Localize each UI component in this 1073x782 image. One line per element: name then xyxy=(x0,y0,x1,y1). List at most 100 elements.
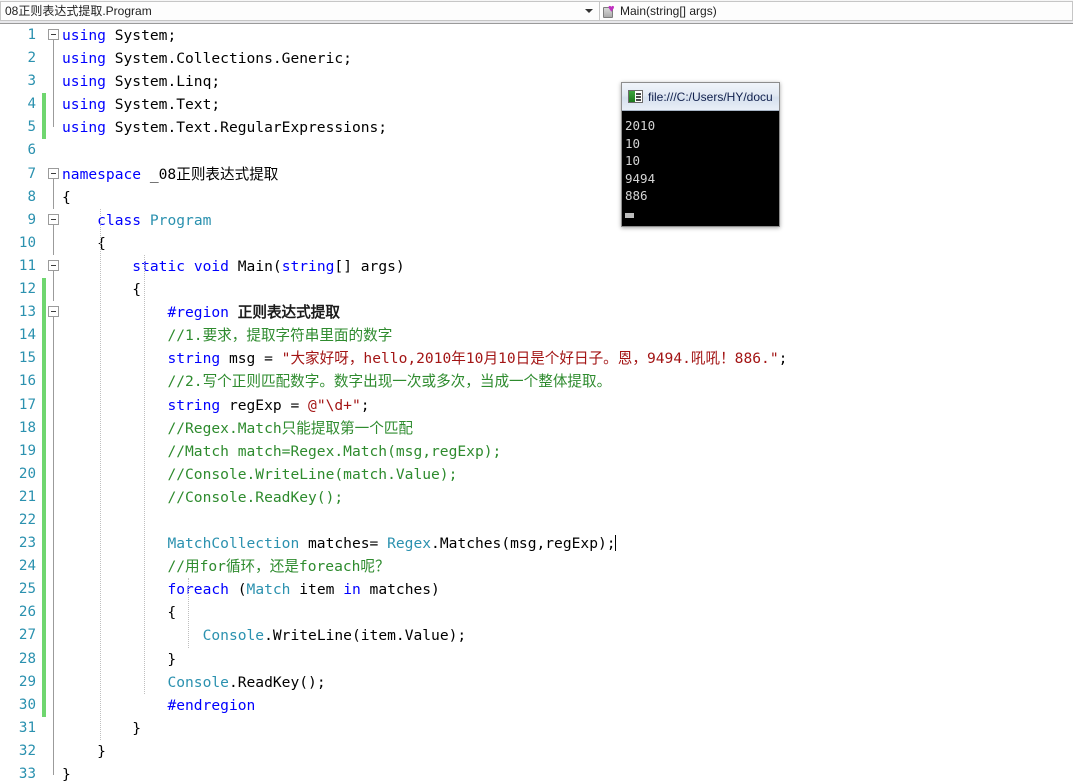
fold-gutter[interactable] xyxy=(46,578,62,602)
fold-gutter[interactable] xyxy=(46,255,62,279)
code-line[interactable]: 6 xyxy=(0,139,1073,162)
code-line[interactable]: 32 } xyxy=(0,739,1073,763)
code-line[interactable]: 25 foreach (Match item in matches) xyxy=(0,578,1073,602)
fold-gutter[interactable] xyxy=(46,47,62,71)
fold-gutter[interactable] xyxy=(46,693,62,717)
code-line[interactable]: 14 //1.要求，提取字符串里面的数字 xyxy=(0,324,1073,348)
code-editor[interactable]: 1 using System; 2 using System.Collections.… xyxy=(0,24,1073,782)
fold-gutter[interactable] xyxy=(46,231,62,255)
fold-gutter[interactable] xyxy=(46,439,62,463)
code-line[interactable]: 20 //Console.WriteLine(match.Value); xyxy=(0,462,1073,486)
code-line[interactable]: 23 MatchCollection matches= Regex.Matche… xyxy=(0,532,1073,556)
fold-gutter[interactable] xyxy=(46,462,62,486)
code-lines-container[interactable]: 1 using System; 2 using System.Collections.… xyxy=(0,24,1073,782)
code-line[interactable]: 18 //Regex.Match只能提取第一个匹配 xyxy=(0,416,1073,440)
fold-gutter[interactable] xyxy=(46,393,62,417)
fold-gutter[interactable] xyxy=(46,70,62,94)
fold-gutter[interactable] xyxy=(46,624,62,648)
code-line[interactable]: 30 #endregion xyxy=(0,693,1073,717)
code-line[interactable]: 9 class Program xyxy=(0,209,1073,232)
code-line[interactable]: 22 xyxy=(0,508,1073,533)
code-line[interactable]: 24 //用for循环，还是foreach呢？ xyxy=(0,555,1073,579)
fold-gutter[interactable] xyxy=(46,601,62,625)
code-text[interactable]: using System; xyxy=(62,24,1073,47)
fold-gutter[interactable] xyxy=(46,416,62,440)
code-text[interactable]: //Console.WriteLine(match.Value); xyxy=(62,463,1073,486)
code-text[interactable]: using System.Collections.Generic; xyxy=(62,47,1073,70)
code-text[interactable]: //1.要求，提取字符串里面的数字 xyxy=(62,324,1073,347)
collapse-minus-icon[interactable] xyxy=(48,29,59,40)
code-line[interactable]: 5 using System.Text.RegularExpressions; xyxy=(0,116,1073,140)
fold-gutter[interactable] xyxy=(46,532,62,556)
code-text[interactable]: //2.写个正则匹配数字。数字出现一次或多次，当成一个整体提取。 xyxy=(62,370,1073,393)
code-text[interactable]: Console.WriteLine(item.Value); xyxy=(62,624,1073,647)
code-text[interactable]: using System.Text; xyxy=(62,93,1073,116)
fold-gutter[interactable] xyxy=(46,347,62,371)
code-text[interactable]: MatchCollection matches= Regex.Matches(m… xyxy=(62,532,1073,555)
code-text[interactable]: //Match match=Regex.Match(msg,regExp); xyxy=(62,440,1073,463)
fold-gutter[interactable] xyxy=(46,278,62,302)
code-text[interactable]: using System.Text.RegularExpressions; xyxy=(62,116,1073,139)
code-text[interactable]: Console.ReadKey(); xyxy=(62,671,1073,694)
fold-gutter[interactable] xyxy=(46,324,62,348)
fold-gutter[interactable] xyxy=(46,716,62,740)
fold-gutter[interactable] xyxy=(46,24,62,48)
fold-gutter[interactable] xyxy=(46,647,62,671)
fold-gutter[interactable] xyxy=(46,555,62,579)
chevron-down-icon[interactable] xyxy=(585,9,593,13)
code-line[interactable]: 12 { xyxy=(0,278,1073,302)
code-line[interactable]: 33} xyxy=(0,763,1073,782)
code-text[interactable]: } xyxy=(62,648,1073,671)
collapse-minus-icon[interactable] xyxy=(48,259,59,271)
code-line[interactable]: 7 namespace _08正则表达式提取 xyxy=(0,163,1073,186)
code-text[interactable]: #region 正则表达式提取 xyxy=(62,301,1073,324)
code-text[interactable]: //用for循环，还是foreach呢？ xyxy=(62,555,1073,578)
code-text[interactable]: foreach (Match item in matches) xyxy=(62,578,1073,601)
code-line[interactable]: 16 //2.写个正则匹配数字。数字出现一次或多次，当成一个整体提取。 xyxy=(0,370,1073,394)
code-line[interactable]: 8{ xyxy=(0,185,1073,209)
collapse-minus-icon[interactable] xyxy=(48,167,59,179)
console-title-bar[interactable]: file:///C:/Users/HY/docu xyxy=(622,83,779,111)
code-line[interactable]: 27 Console.WriteLine(item.Value); xyxy=(0,624,1073,648)
fold-gutter[interactable] xyxy=(46,163,62,186)
collapse-minus-icon[interactable] xyxy=(48,213,59,225)
code-line[interactable]: 17 string regExp = @"\d+"; xyxy=(0,393,1073,417)
code-text[interactable]: { xyxy=(62,232,1073,255)
fold-gutter[interactable] xyxy=(46,116,62,139)
fold-gutter[interactable] xyxy=(46,508,62,533)
fold-gutter[interactable] xyxy=(46,485,62,509)
code-line[interactable]: 2 using System.Collections.Generic; xyxy=(0,47,1073,71)
fold-gutter[interactable] xyxy=(46,763,62,782)
fold-gutter[interactable] xyxy=(46,301,62,325)
code-text[interactable]: class Program xyxy=(62,209,1073,232)
code-line[interactable]: 15 string msg = "大家好呀，hello,2010年10月10日是… xyxy=(0,347,1073,371)
fold-gutter[interactable] xyxy=(46,209,62,232)
code-text[interactable]: string regExp = @"\d+"; xyxy=(62,394,1073,417)
code-line[interactable]: 13 #region 正则表达式提取 xyxy=(0,301,1073,325)
code-text[interactable]: { xyxy=(62,601,1073,624)
code-line[interactable]: 26 { xyxy=(0,601,1073,625)
code-text[interactable]: } xyxy=(62,740,1073,763)
fold-gutter[interactable] xyxy=(46,670,62,694)
code-line[interactable]: 19 //Match match=Regex.Match(msg,regExp)… xyxy=(0,439,1073,463)
code-line[interactable]: 29 Console.ReadKey(); xyxy=(0,670,1073,694)
fold-gutter[interactable] xyxy=(46,185,62,209)
fold-gutter[interactable] xyxy=(46,93,62,117)
code-text[interactable]: using System.Linq; xyxy=(62,70,1073,93)
code-text[interactable]: } xyxy=(62,763,1073,782)
code-line[interactable]: 3 using System.Linq; xyxy=(0,70,1073,94)
code-text[interactable]: { xyxy=(62,186,1073,209)
code-line[interactable]: 10 { xyxy=(0,231,1073,255)
code-text[interactable]: { xyxy=(62,278,1073,301)
code-line[interactable]: 11 static void Main(string[] args) xyxy=(0,255,1073,279)
code-text[interactable]: //Regex.Match只能提取第一个匹配 xyxy=(62,417,1073,440)
collapse-minus-icon[interactable] xyxy=(48,306,59,318)
member-navigation-combo[interactable]: ♥ Main(string[] args) xyxy=(600,1,1073,21)
code-line[interactable]: 1 using System; xyxy=(0,24,1073,48)
code-text[interactable]: string msg = "大家好呀，hello,2010年10月10日是个好日… xyxy=(62,347,1073,370)
code-line[interactable]: 4 using System.Text; xyxy=(0,93,1073,117)
code-text[interactable]: static void Main(string[] args) xyxy=(62,255,1073,278)
fold-gutter[interactable] xyxy=(46,739,62,763)
code-text[interactable]: #endregion xyxy=(62,694,1073,717)
code-text[interactable]: } xyxy=(62,717,1073,740)
